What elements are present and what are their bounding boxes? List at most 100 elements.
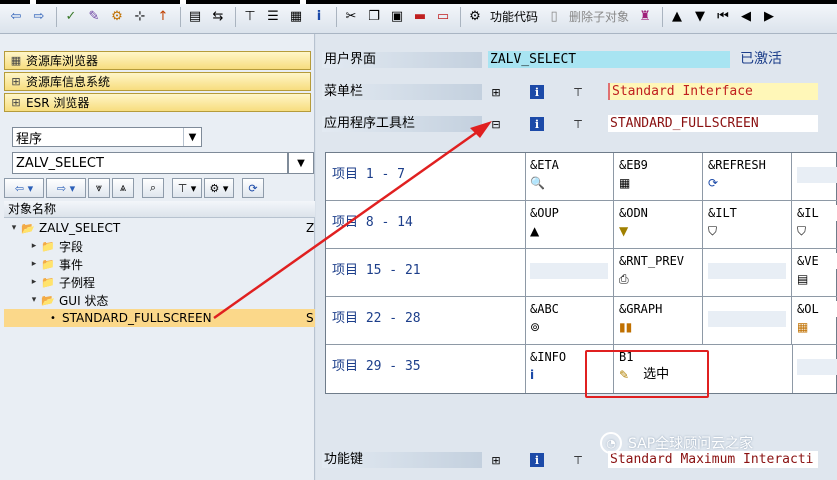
function-code[interactable]: &ETA xyxy=(530,157,613,173)
grid-cell[interactable] xyxy=(793,153,837,201)
grid-cell[interactable]: &GRAPH ▮▮ xyxy=(615,297,703,345)
first-page-icon[interactable]: ⏮ xyxy=(713,7,733,27)
function-code[interactable]: &IL xyxy=(797,205,837,221)
object-list-icon[interactable]: ▤ xyxy=(185,7,205,27)
grid-cell[interactable]: &VE ▤ xyxy=(793,249,837,297)
expand-triangle-icon[interactable]: ▾ xyxy=(28,295,40,305)
scroll-down-icon[interactable]: ▼ xyxy=(690,7,710,27)
activate-icon[interactable]: ⚙ xyxy=(107,7,127,27)
tree-node-subroutines[interactable]: ▸ 📁 子例程 xyxy=(4,273,315,291)
stack-icon[interactable]: ☰ xyxy=(263,7,283,27)
settings-icon[interactable]: ⚙ ▾ xyxy=(204,178,234,198)
function-code[interactable]: &VE xyxy=(797,253,837,269)
function-code[interactable]: &RNT_PREV xyxy=(619,253,702,269)
function-code-icon[interactable]: ⚙ xyxy=(465,7,485,27)
delete-icon[interactable]: ▭ xyxy=(433,7,453,27)
empty-code[interactable] xyxy=(708,311,786,327)
tree-node-gui-status[interactable]: ▾ 📂 GUI 状态 xyxy=(4,291,315,309)
empty-code[interactable] xyxy=(797,167,837,183)
function-code[interactable]: &ODN xyxy=(619,205,702,221)
grid-cell[interactable]: &OL ▦ xyxy=(793,297,837,345)
where-used-icon[interactable]: ⊹ xyxy=(130,7,150,27)
tree-node-events[interactable]: ▸ 📁 事件 xyxy=(4,255,315,273)
grid-cell[interactable]: &RNT_PREV ⎙ xyxy=(615,249,703,297)
function-code[interactable]: &OUP xyxy=(530,205,613,221)
hierarchy-icon[interactable]: ⊤ xyxy=(570,84,586,100)
back-arrow-icon[interactable]: ⇦ xyxy=(6,7,26,27)
tree-node-program[interactable]: ▾ 📂 ZALV_SELECT Z xyxy=(4,219,315,237)
repository-browser-button[interactable]: ▦ 资源库浏览器 xyxy=(4,51,311,70)
grid-cell[interactable]: &EB9 ▦ xyxy=(615,153,703,201)
forward-arrow-icon[interactable]: ⇨ xyxy=(29,7,49,27)
function-code[interactable]: &REFRESH xyxy=(708,157,791,173)
document-icon[interactable]: ▯ xyxy=(544,7,564,27)
grid-icon[interactable]: ▦ xyxy=(286,7,306,27)
expand-triangle-icon[interactable]: ▾ xyxy=(8,223,20,233)
empty-code[interactable] xyxy=(708,263,786,279)
grid-cell[interactable]: &ILT ⛉ xyxy=(704,201,792,249)
grid-cell[interactable]: &OUP ▲ xyxy=(526,201,614,249)
application-toolbar-value[interactable]: STANDARD_FULLSCREEN xyxy=(608,115,818,132)
empty-code[interactable] xyxy=(797,359,837,375)
grid-cell[interactable]: &REFRESH ⟳ xyxy=(704,153,792,201)
hierarchy-icon[interactable]: ⊤ ▾ xyxy=(172,178,202,198)
info-toggle-icon[interactable]: ↑ xyxy=(153,7,173,27)
grid-cell[interactable] xyxy=(793,345,837,393)
navigate-icon[interactable]: ⇆ xyxy=(208,7,228,27)
hierarchy-icon[interactable]: ⊤ xyxy=(570,452,586,468)
function-code[interactable]: &EB9 xyxy=(619,157,702,173)
collapse-triangle-icon[interactable]: ▸ xyxy=(28,259,40,269)
display-change-icon[interactable]: ✎ xyxy=(84,7,104,27)
grid-cell[interactable]: &ABC ⊚ xyxy=(526,297,614,345)
prev-page-icon[interactable]: ◀ xyxy=(736,7,756,27)
hierarchy-icon[interactable]: ⊤ xyxy=(570,116,586,132)
refresh-icon[interactable]: ⟳ xyxy=(242,178,264,198)
grid-cell[interactable] xyxy=(704,297,792,345)
repository-info-system-button[interactable]: ⊞ 资源库信息系统 xyxy=(4,72,311,91)
cut-icon[interactable]: ✂ xyxy=(341,7,361,27)
insert-icon[interactable]: ▬ xyxy=(410,7,430,27)
expand-section-icon[interactable]: ⊞ xyxy=(488,452,504,468)
collapse-icon[interactable]: ⩓ xyxy=(112,178,134,198)
user-interface-value[interactable]: ZALV_SELECT xyxy=(488,51,730,68)
binoculars-icon[interactable]: ⌕ xyxy=(142,178,164,198)
grid-cell[interactable] xyxy=(704,249,792,297)
empty-code[interactable] xyxy=(530,263,608,279)
back-arrow-icon[interactable]: ⇦ ▾ xyxy=(4,178,44,198)
delete-child-button[interactable]: 删除子对象 xyxy=(569,8,629,25)
next-page-icon[interactable]: ▶ xyxy=(759,7,779,27)
tree-node-standard-fullscreen[interactable]: • STANDARD_FULLSCREEN S xyxy=(4,309,315,327)
expand-section-icon[interactable]: ⊞ xyxy=(488,84,504,100)
info-icon[interactable]: i xyxy=(530,453,544,467)
object-name-dropdown[interactable]: ▼ xyxy=(288,152,314,174)
paste-icon[interactable]: ▣ xyxy=(387,7,407,27)
function-code[interactable]: &GRAPH xyxy=(619,301,702,317)
check-icon[interactable]: ✓ xyxy=(61,7,81,27)
menu-bar-value[interactable]: Standard Interface xyxy=(608,83,818,100)
object-type-select[interactable]: 程序 ▼ xyxy=(12,127,202,147)
info-icon[interactable]: i xyxy=(530,117,544,131)
collapse-triangle-icon[interactable]: ▸ xyxy=(28,241,40,251)
object-name-input[interactable]: ZALV_SELECT xyxy=(12,152,288,174)
scroll-up-icon[interactable]: ▲ xyxy=(667,7,687,27)
grid-cell[interactable]: &ODN ▼ xyxy=(615,201,703,249)
function-code[interactable]: &ILT xyxy=(708,205,791,221)
hierarchy-icon[interactable]: ⊤ xyxy=(240,7,260,27)
info-icon[interactable]: i xyxy=(309,7,329,27)
copy-icon[interactable]: ❐ xyxy=(364,7,384,27)
forward-arrow-icon[interactable]: ⇨ ▾ xyxy=(46,178,86,198)
grid-cell[interactable]: &IL ⛉ xyxy=(793,201,837,249)
expand-icon[interactable]: ⩔ xyxy=(88,178,110,198)
tree-node-fields[interactable]: ▸ 📁 字段 xyxy=(4,237,315,255)
hat-icon[interactable]: ♜ xyxy=(635,7,655,27)
esr-browser-button[interactable]: ⊞ ESR 浏览器 xyxy=(4,93,311,112)
collapse-section-icon[interactable]: ⊟ xyxy=(488,116,504,132)
info-icon[interactable]: i xyxy=(530,85,544,99)
chevron-down-icon[interactable]: ▼ xyxy=(183,128,201,146)
function-code[interactable]: &OL xyxy=(797,301,837,317)
function-code[interactable]: &ABC xyxy=(530,301,613,317)
grid-cell[interactable]: &ETA 🔍 xyxy=(526,153,614,201)
grid-cell[interactable] xyxy=(526,249,614,297)
function-code-button[interactable]: 功能代码 xyxy=(490,8,538,25)
collapse-triangle-icon[interactable]: ▸ xyxy=(28,277,40,287)
